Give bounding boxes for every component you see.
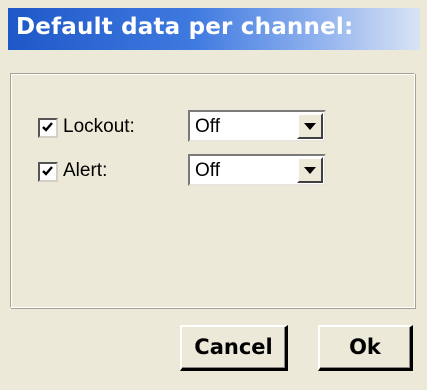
cancel-button[interactable]: Cancel — [180, 325, 288, 371]
alert-checkbox[interactable] — [38, 162, 58, 182]
chevron-down-icon — [304, 167, 316, 174]
lockout-row: Lockout: Off — [11, 110, 414, 148]
dialog-title: Default data per channel: — [16, 14, 354, 40]
alert-row: Alert: Off — [11, 154, 414, 192]
ok-button[interactable]: Ok — [318, 325, 413, 371]
check-icon — [42, 122, 53, 132]
lockout-checkbox[interactable] — [38, 118, 58, 138]
channel-defaults-panel: Lockout: Off Alert: Off — [10, 73, 415, 308]
lockout-label: Lockout: — [63, 116, 135, 137]
default-data-dialog: Default data per channel: Lockout: Off A… — [0, 0, 435, 390]
alert-select-value: Off — [195, 160, 220, 181]
title-bar: Default data per channel: — [8, 8, 420, 50]
alert-label: Alert: — [63, 160, 108, 181]
window-edge — [427, 0, 435, 390]
alert-dropdown-button[interactable] — [297, 157, 323, 183]
alert-select[interactable]: Off — [188, 154, 326, 186]
chevron-down-icon — [304, 123, 316, 130]
lockout-dropdown-button[interactable] — [297, 113, 323, 139]
lockout-select[interactable]: Off — [188, 110, 326, 142]
check-icon — [42, 166, 53, 176]
lockout-select-value: Off — [195, 116, 220, 137]
